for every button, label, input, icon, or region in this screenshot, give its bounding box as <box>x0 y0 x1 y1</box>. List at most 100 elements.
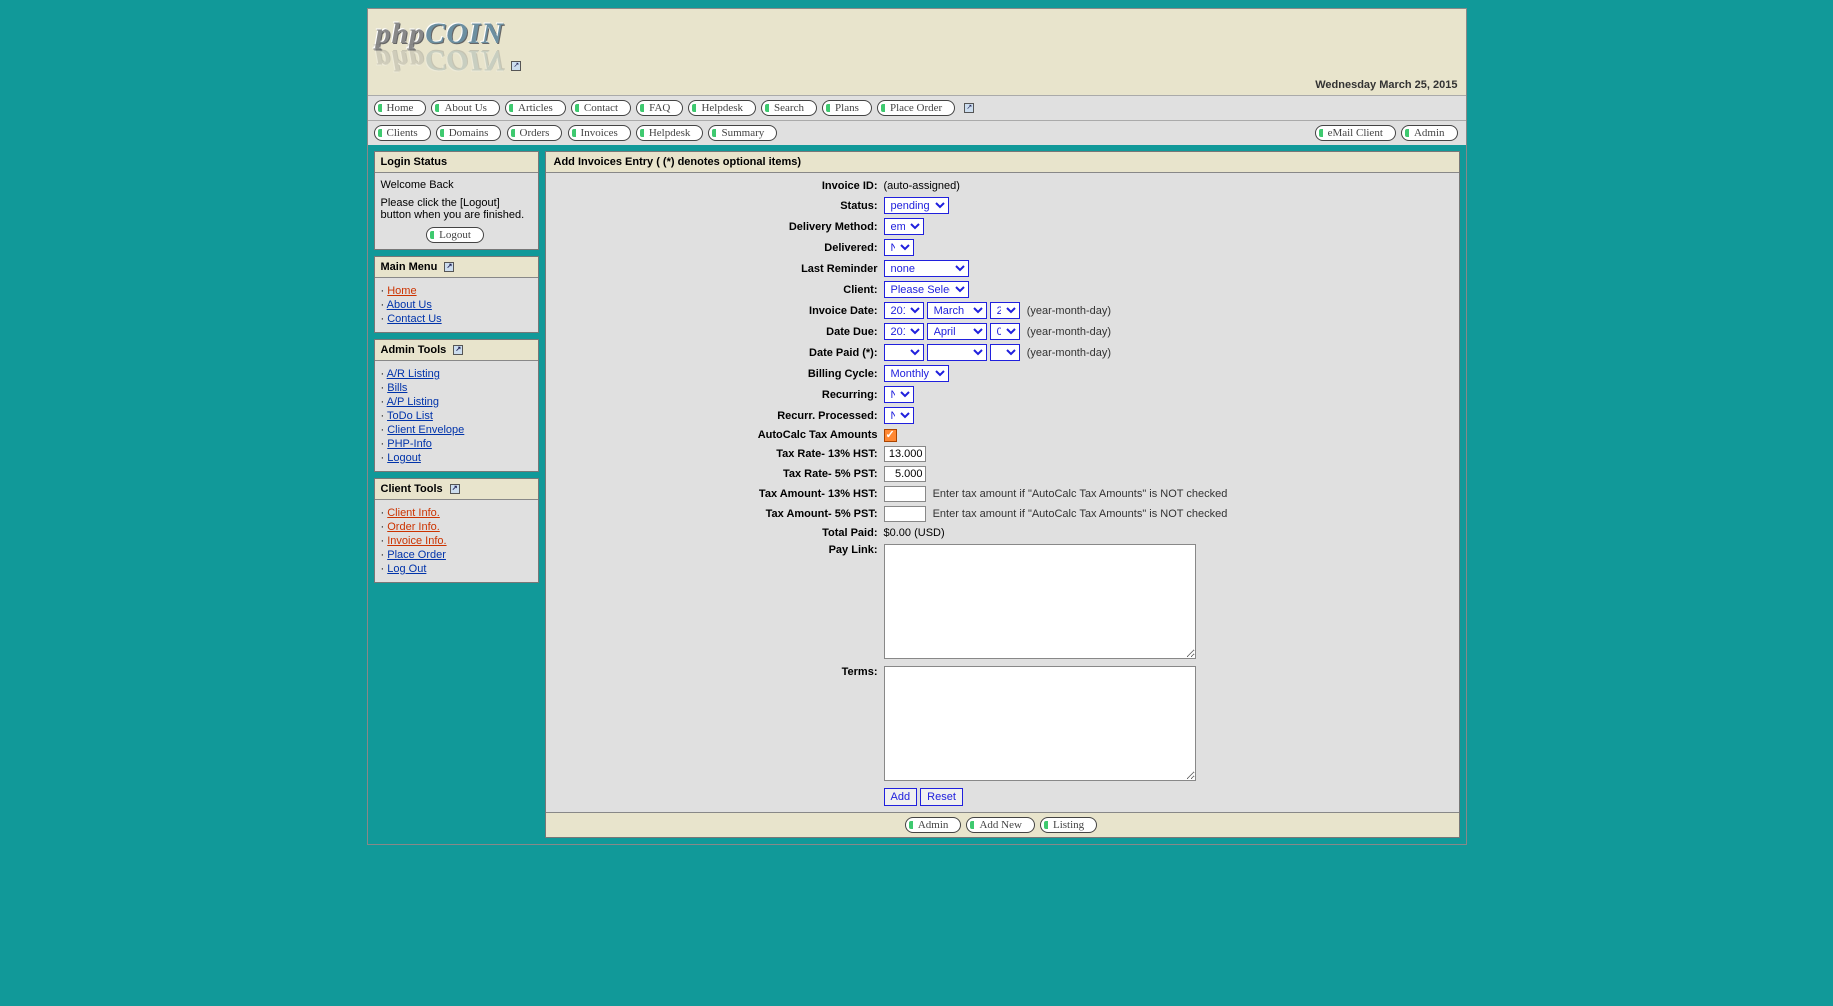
date-paid-year[interactable] <box>884 344 924 361</box>
status-label: Status: <box>554 200 884 212</box>
main-menu-title: Main Menu <box>381 261 438 273</box>
expand-icon[interactable]: ↗ <box>511 61 521 71</box>
admin-client-envelope[interactable]: Client Envelope <box>387 424 464 436</box>
total-paid-label: Total Paid: <box>554 527 884 539</box>
date-paid-month[interactable] <box>927 344 987 361</box>
main-menu-box: Main Menu ↗ Home About Us Contact Us <box>374 256 539 333</box>
date-due-label: Date Due: <box>554 326 884 338</box>
menu-home[interactable]: Home <box>387 285 416 297</box>
invoice-date-year[interactable]: 2015 <box>884 302 924 319</box>
nav-place-order[interactable]: Place Order <box>877 100 955 116</box>
nav-invoices[interactable]: Invoices <box>568 125 631 141</box>
recurr-processed-select[interactable]: No <box>884 407 914 424</box>
tax-rate1-input[interactable] <box>884 446 926 462</box>
tax-rate2-label: Tax Rate- 5% PST: <box>554 468 884 480</box>
nav-search[interactable]: Search <box>761 100 817 116</box>
nav-email-client[interactable]: eMail Client <box>1315 125 1396 141</box>
logo: phpCOIN phpCOIN <box>376 17 505 77</box>
billing-cycle-label: Billing Cycle: <box>554 368 884 380</box>
tax-amt-hint: Enter tax amount if "AutoCalc Tax Amount… <box>933 508 1228 520</box>
nav-home[interactable]: Home <box>374 100 427 116</box>
admin-todo-list[interactable]: ToDo List <box>387 410 433 422</box>
pay-link-textarea[interactable] <box>884 544 1196 659</box>
recurr-processed-label: Recurr. Processed: <box>554 410 884 422</box>
login-status-box: Login Status Welcome Back Please click t… <box>374 151 539 250</box>
autocalc-label: AutoCalc Tax Amounts <box>554 429 884 441</box>
date-paid-label: Date Paid (*): <box>554 347 884 359</box>
nav-orders[interactable]: Orders <box>507 125 563 141</box>
menu-about-us[interactable]: About Us <box>387 299 432 311</box>
add-button[interactable]: Add <box>884 788 918 806</box>
nav-summary[interactable]: Summary <box>708 125 777 141</box>
invoice-info[interactable]: Invoice Info. <box>387 535 446 547</box>
admin-php-info[interactable]: PHP-Info <box>387 438 432 450</box>
tax-amt2-input[interactable] <box>884 506 926 522</box>
admin-bills[interactable]: Bills <box>387 382 407 394</box>
footer-add-new-button[interactable]: Add New <box>966 817 1034 833</box>
nav-plans[interactable]: Plans <box>822 100 872 116</box>
client-tools-title: Client Tools <box>381 483 443 495</box>
menu-contact-us[interactable]: Contact Us <box>387 313 441 325</box>
tax-amt2-label: Tax Amount- 5% PST: <box>554 508 884 520</box>
expand-icon[interactable]: ↗ <box>450 484 460 494</box>
nav-primary: Home About Us Articles Contact FAQ Helpd… <box>368 95 1466 120</box>
nav-domains[interactable]: Domains <box>436 125 502 141</box>
nav-helpdesk[interactable]: Helpdesk <box>688 100 756 116</box>
date-display: Wednesday March 25, 2015 <box>1315 79 1457 91</box>
client-info[interactable]: Client Info. <box>387 507 440 519</box>
pay-link-label: Pay Link: <box>554 544 884 556</box>
recurring-select[interactable]: No <box>884 386 914 403</box>
recurring-label: Recurring: <box>554 389 884 401</box>
tax-amt1-input[interactable] <box>884 486 926 502</box>
tax-rate2-input[interactable] <box>884 466 926 482</box>
ymd-hint: (year-month-day) <box>1027 326 1111 338</box>
delivered-label: Delivered: <box>554 242 884 254</box>
expand-icon[interactable]: ↗ <box>453 345 463 355</box>
header: phpCOIN phpCOIN ↗ Wednesday March 25, 20… <box>368 9 1466 95</box>
client-place-order[interactable]: Place Order <box>387 549 446 561</box>
nav-contact[interactable]: Contact <box>571 100 631 116</box>
expand-icon[interactable]: ↗ <box>964 103 974 113</box>
admin-logout[interactable]: Logout <box>387 452 421 464</box>
admin-tools-title: Admin Tools <box>381 344 447 356</box>
date-due-month[interactable]: April <box>927 323 987 340</box>
invoice-date-month[interactable]: March <box>927 302 987 319</box>
footer-admin-button[interactable]: Admin <box>905 817 962 833</box>
status-select[interactable]: pending <box>884 197 949 214</box>
logout-button[interactable]: Logout <box>426 227 484 243</box>
client-log-out[interactable]: Log Out <box>387 563 426 575</box>
footer-listing-button[interactable]: Listing <box>1040 817 1097 833</box>
nav-clients[interactable]: Clients <box>374 125 431 141</box>
terms-textarea[interactable] <box>884 666 1196 781</box>
ymd-hint: (year-month-day) <box>1027 347 1111 359</box>
order-info[interactable]: Order Info. <box>387 521 440 533</box>
autocalc-checkbox[interactable] <box>884 429 897 442</box>
admin-ar-listing[interactable]: A/R Listing <box>387 368 440 380</box>
date-due-day[interactable]: 04 <box>990 323 1020 340</box>
nav-faq[interactable]: FAQ <box>636 100 683 116</box>
delivery-method-select[interactable]: email <box>884 218 924 235</box>
invoice-date-label: Invoice Date: <box>554 305 884 317</box>
invoice-date-day[interactable]: 25 <box>990 302 1020 319</box>
total-paid-value: $0.00 (USD) <box>884 527 1451 539</box>
date-paid-day[interactable] <box>990 344 1020 361</box>
last-reminder-label: Last Reminder <box>554 263 884 275</box>
billing-cycle-select[interactable]: Monthly <box>884 365 949 382</box>
invoice-id-value: (auto-assigned) <box>884 180 1451 192</box>
tax-amt-hint: Enter tax amount if "AutoCalc Tax Amount… <box>933 488 1228 500</box>
client-select[interactable]: Please Select <box>884 281 969 298</box>
delivered-select[interactable]: No <box>884 239 914 256</box>
date-due-year[interactable]: 2015 <box>884 323 924 340</box>
page-title: Add Invoices Entry ( (*) denotes optiona… <box>546 152 1459 173</box>
logout-hint: Please click the [Logout] button when yo… <box>381 197 532 221</box>
admin-tools-box: Admin Tools ↗ A/R Listing Bills A/P List… <box>374 339 539 472</box>
expand-icon[interactable]: ↗ <box>444 262 454 272</box>
nav-admin[interactable]: Admin <box>1401 125 1458 141</box>
nav-about-us[interactable]: About Us <box>431 100 499 116</box>
last-reminder-select[interactable]: none <box>884 260 969 277</box>
reset-button[interactable]: Reset <box>920 788 963 806</box>
nav-helpdesk-admin[interactable]: Helpdesk <box>636 125 704 141</box>
invoice-id-label: Invoice ID: <box>554 180 884 192</box>
nav-articles[interactable]: Articles <box>505 100 566 116</box>
admin-ap-listing[interactable]: A/P Listing <box>387 396 439 408</box>
